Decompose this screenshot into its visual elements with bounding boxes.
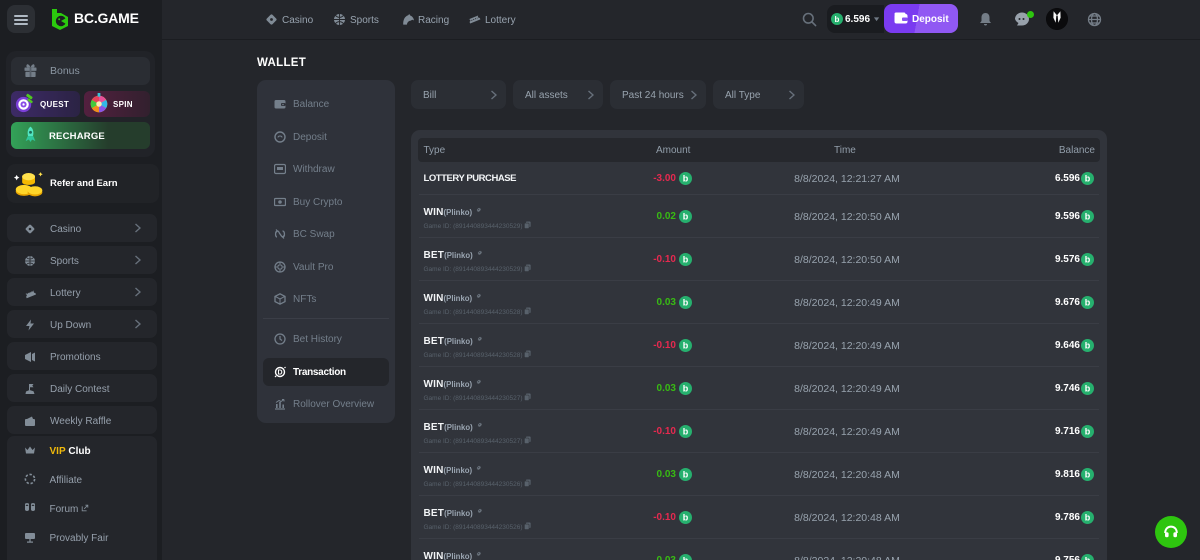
svg-text:b: b	[835, 15, 840, 24]
svg-text:b: b	[1085, 427, 1091, 437]
svg-text:b: b	[1085, 470, 1091, 480]
svg-text:b: b	[1085, 255, 1091, 265]
svg-text:D: D	[277, 369, 282, 376]
svg-text:b: b	[1085, 298, 1091, 308]
svg-text:b: b	[1085, 212, 1091, 222]
svg-text:b: b	[1085, 384, 1091, 394]
svg-text:b: b	[1085, 556, 1091, 560]
svg-text:b: b	[1085, 174, 1091, 184]
svg-text:b: b	[1085, 341, 1091, 351]
svg-text:b: b	[1085, 513, 1091, 523]
